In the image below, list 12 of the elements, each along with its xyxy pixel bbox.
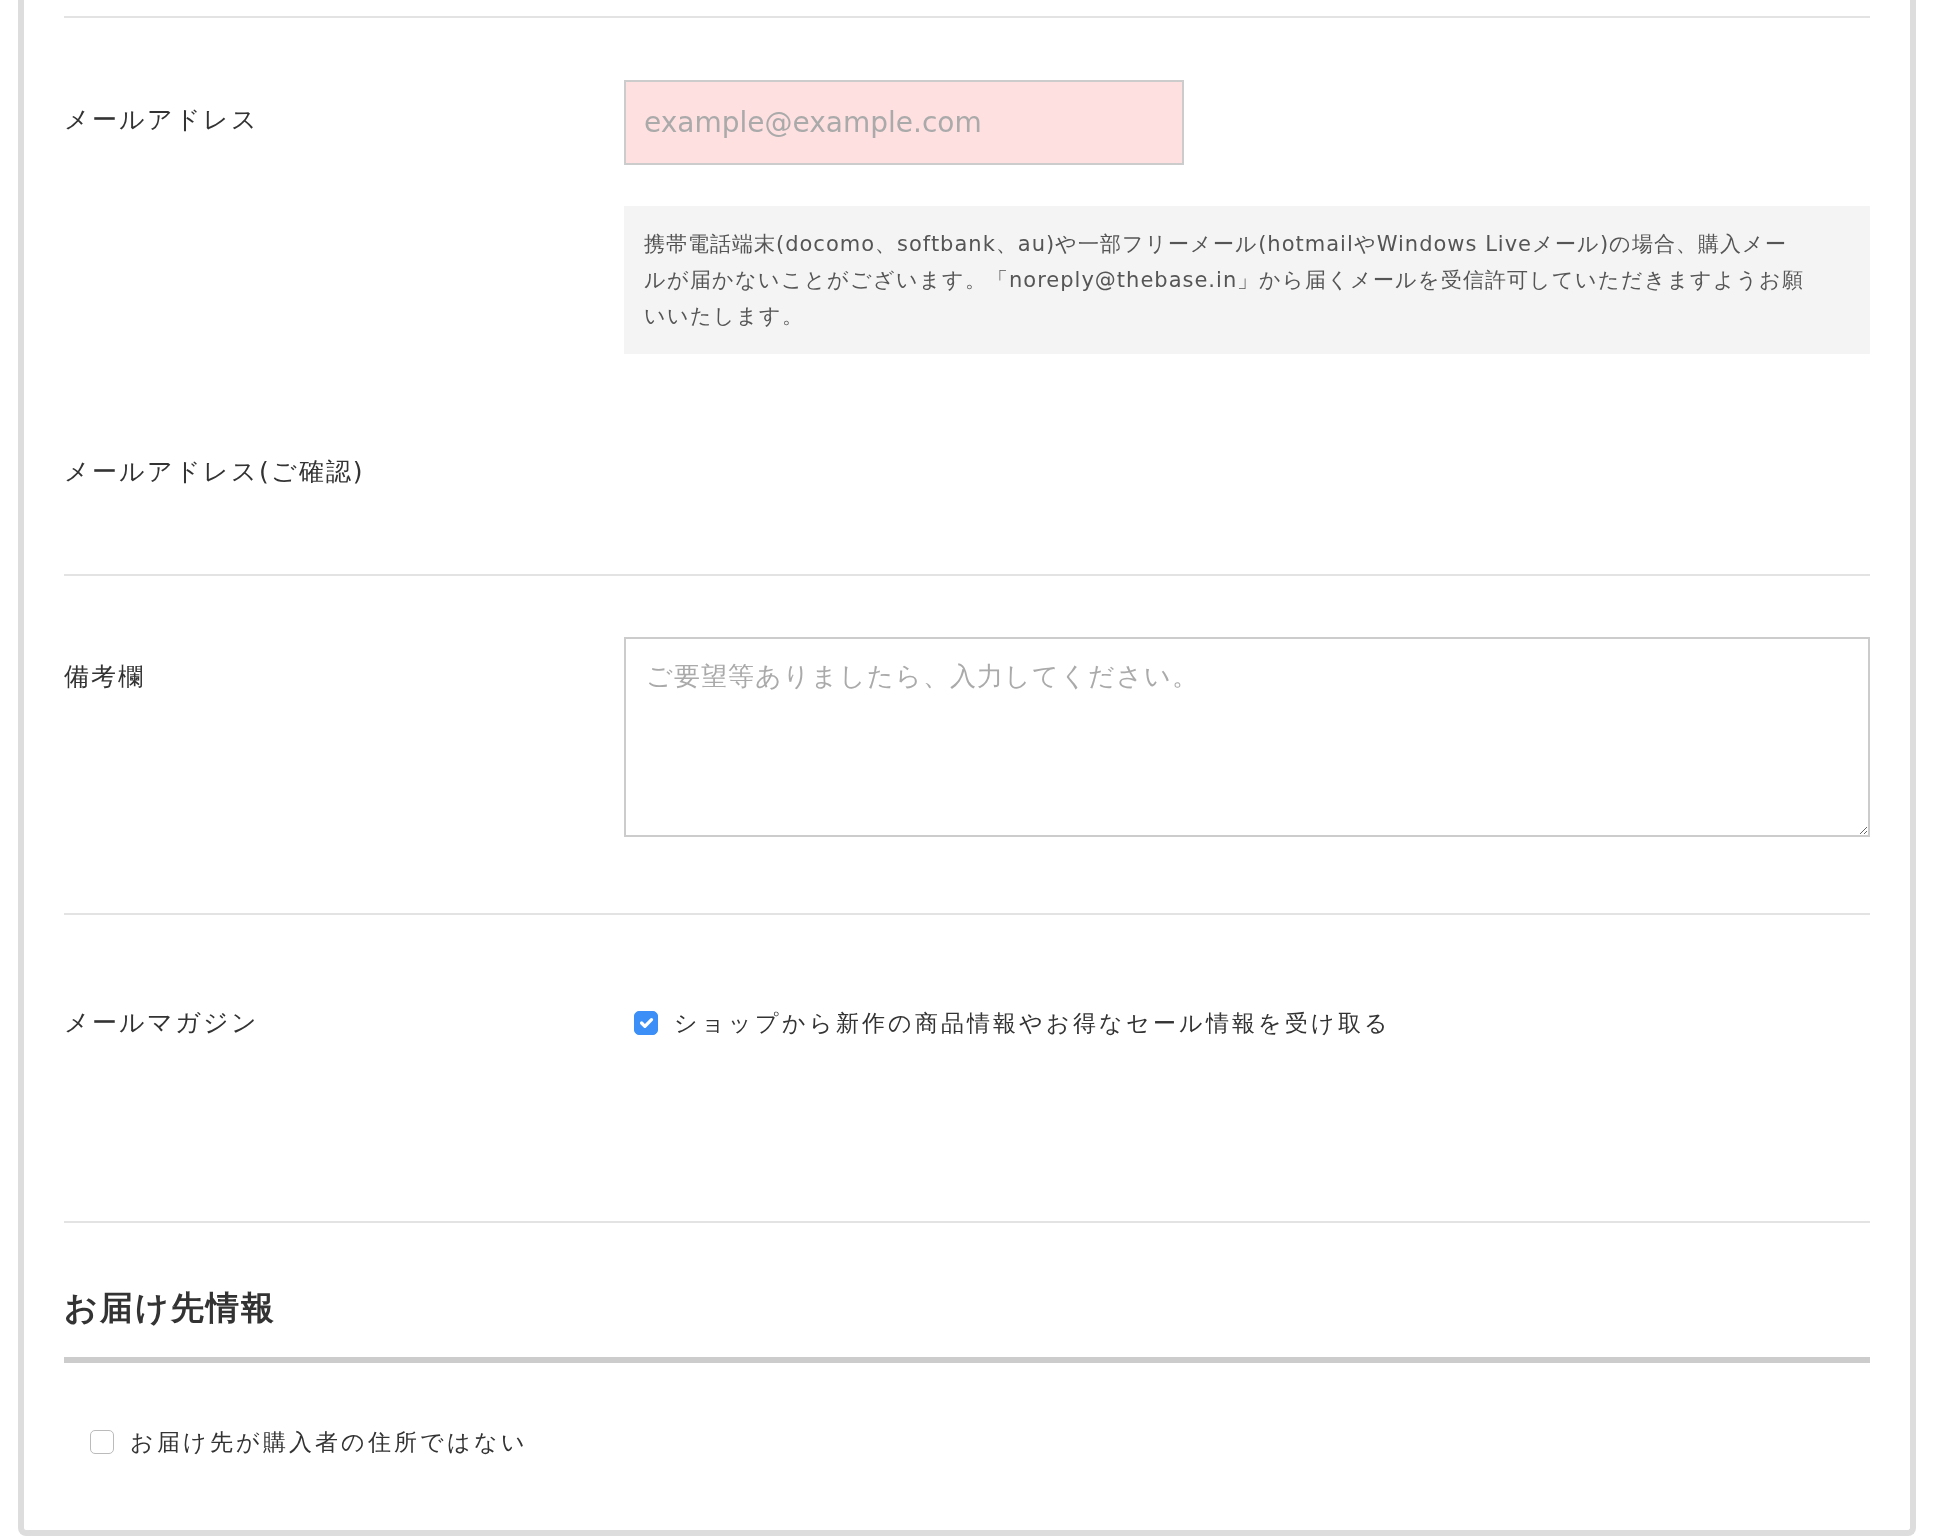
field-label: メールアドレス (64, 104, 260, 136)
help-note: 携帯電話端末(docomo、softbank、au)や一部フリーメール(hotmailやWindows Liveメール)の場合、購入メールが届かないことがございます。「noreply@thebase.in」から届くメールを受信許可していただきますようお願いいたします。 (624, 206, 1870, 354)
section-heading: お届け先情報 (64, 1287, 277, 1329)
remarks-field[interactable]: ご要望等ありましたら、入力してください。 (624, 637, 1870, 837)
checkbox-label: ショップから新作の商品情報やお得なセール情報を受け取る (674, 1008, 1391, 1038)
field-label: 備考欄 (64, 661, 146, 693)
checkbox[interactable] (634, 1011, 658, 1035)
checkbox-label: お届け先が購入者の住所ではない (130, 1428, 528, 1457)
field-label: メールマガジン (64, 1007, 260, 1039)
email-field[interactable]: example@example.com (624, 80, 1184, 165)
checkbox[interactable] (90, 1430, 114, 1455)
field-label: メールアドレス(ご確認) (64, 456, 366, 488)
